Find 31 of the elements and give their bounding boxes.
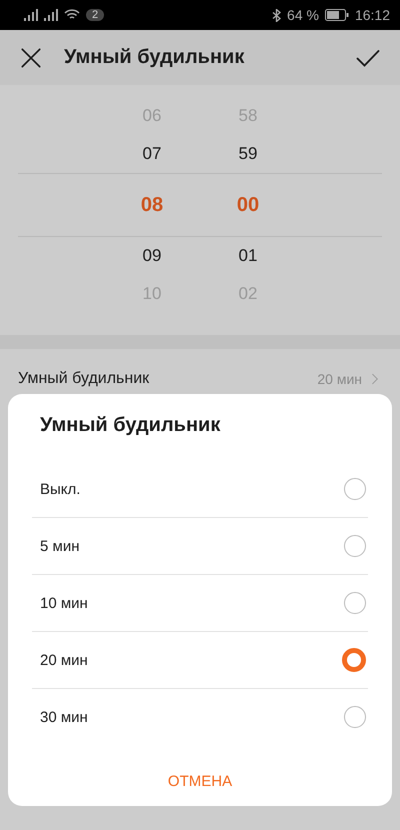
option-row[interactable]: Выкл. <box>32 461 368 518</box>
option-row[interactable]: 10 мин <box>32 575 368 632</box>
radio-button[interactable] <box>344 706 366 728</box>
signal-icon <box>24 9 38 21</box>
screen-title: Умный будильник <box>64 46 246 69</box>
option-row[interactable]: 20 мин <box>32 632 368 689</box>
dialog-title: Умный будильник <box>39 413 222 438</box>
radio-button[interactable] <box>344 478 366 500</box>
signal-icon <box>44 9 58 21</box>
wifi-icon <box>64 9 80 21</box>
option-label: 30 мин <box>40 708 88 726</box>
hour-value[interactable]: 09 <box>130 246 174 266</box>
radio-button[interactable] <box>342 648 366 672</box>
option-label: 10 мин <box>40 594 88 612</box>
setting-value: 20 мин <box>317 371 362 387</box>
minute-value[interactable]: 59 <box>226 144 270 164</box>
option-label: 20 мин <box>40 652 88 668</box>
option-row[interactable]: 5 мин <box>32 518 368 575</box>
option-label: 5 мин <box>40 538 80 554</box>
option-row[interactable]: 30 мин <box>32 689 368 745</box>
hour-value[interactable]: 07 <box>130 144 174 164</box>
radio-button[interactable] <box>344 535 366 557</box>
battery-icon <box>324 9 349 21</box>
option-label: Выкл. <box>40 480 80 498</box>
radio-button[interactable] <box>344 592 366 614</box>
minute-value[interactable]: 01 <box>226 246 270 266</box>
battery-percent: 64 % <box>287 7 319 23</box>
bluetooth-icon <box>272 8 282 22</box>
notification-count: 2 <box>86 9 104 21</box>
clock-time: 16:12 <box>354 7 390 23</box>
setting-label: Умный будильник <box>18 370 150 388</box>
